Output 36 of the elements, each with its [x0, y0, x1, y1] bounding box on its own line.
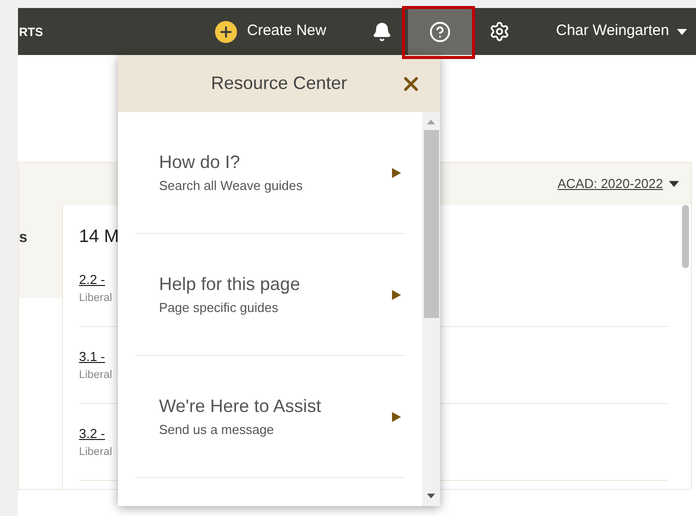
- panel-title: Resource Center: [210, 72, 348, 95]
- help-icon: [429, 20, 451, 42]
- arrow-icon: [391, 166, 401, 178]
- item-description: Search all Weave guides: [159, 177, 303, 196]
- plus-icon: [215, 20, 237, 42]
- arrow-icon: [391, 410, 401, 422]
- scrollbar-thumb[interactable]: [682, 205, 689, 268]
- caret-icon: [669, 179, 679, 189]
- brand-text: RTS: [19, 24, 43, 40]
- scroll-up-icon: [427, 118, 435, 126]
- create-new-button[interactable]: Create New: [215, 20, 331, 43]
- scroll-down-icon: [427, 492, 435, 500]
- item-subtitle: Liberal: [79, 368, 112, 382]
- scrollbar-thumb[interactable]: [424, 130, 438, 318]
- item-link[interactable]: 3.2 -: [79, 424, 106, 444]
- resource-item[interactable]: How do I? Search all Weave guides: [135, 112, 405, 234]
- arrow-icon: [391, 288, 401, 300]
- item-link[interactable]: 3.1 -: [79, 347, 106, 366]
- item-subtitle: Liberal: [79, 290, 112, 306]
- item-title: How do I?: [159, 151, 240, 174]
- item-title: Help for this page: [159, 273, 300, 296]
- settings-icon[interactable]: [489, 21, 510, 42]
- bell-icon[interactable]: [372, 22, 392, 42]
- resource-item[interactable]: We're Here to Assist Send us a message: [135, 356, 405, 478]
- item-title: We're Here to Assist: [159, 395, 322, 418]
- help-button[interactable]: [408, 8, 472, 55]
- item-link[interactable]: 2.2 -: [79, 270, 106, 290]
- year-selector[interactable]: ACAD: 2020-2022: [557, 174, 679, 194]
- user-menu[interactable]: Char Weingarten: [556, 20, 688, 43]
- item-subtitle: Liberal: [79, 444, 112, 460]
- resource-item[interactable]: Help for this page Page specific guides: [135, 234, 405, 356]
- list-heading: 14 M: [79, 225, 120, 248]
- column-label: s: [19, 228, 28, 248]
- caret-icon: [677, 26, 688, 36]
- item-description: Send us a message: [159, 421, 274, 440]
- item-description: Page specific guides: [159, 299, 278, 318]
